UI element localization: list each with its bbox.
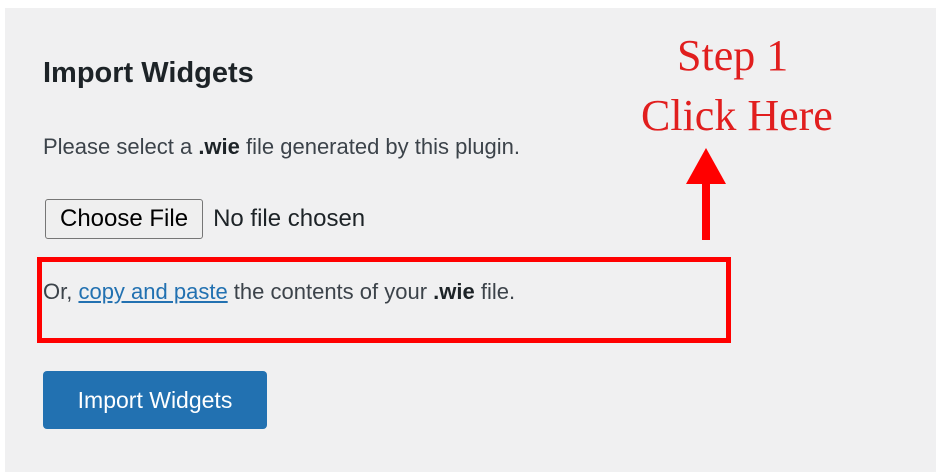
annotation-click-label: Click Here — [641, 91, 833, 140]
file-status: No file chosen — [213, 205, 366, 232]
paste-middle: the contents of your — [227, 279, 434, 304]
paste-suffix: file. — [474, 279, 516, 304]
copy-paste-link[interactable]: copy and paste — [78, 279, 227, 304]
paste-prefix: Or, — [43, 279, 79, 304]
instructions-text-before: Please select a — [43, 134, 199, 159]
file-input: Choose File No file chosen — [45, 197, 365, 241]
import-widgets-panel: Import Widgets Please select a .wie file… — [5, 8, 936, 472]
file-extension: .wie — [198, 134, 240, 159]
import-widgets-button[interactable]: Import Widgets — [43, 371, 267, 429]
instructions-text-after: file generated by this plugin. — [239, 134, 520, 159]
annotation-arrow-up-icon — [686, 148, 726, 240]
paste-file-extension: .wie — [433, 279, 475, 304]
paste-instructions: Or, copy and paste the contents of your … — [43, 279, 515, 305]
page-title: Import Widgets — [43, 57, 254, 89]
file-instructions: Please select a .wie file generated by t… — [43, 134, 520, 160]
choose-file-button[interactable]: Choose File — [45, 199, 204, 239]
annotation-step-label: Step 1 — [677, 31, 789, 80]
